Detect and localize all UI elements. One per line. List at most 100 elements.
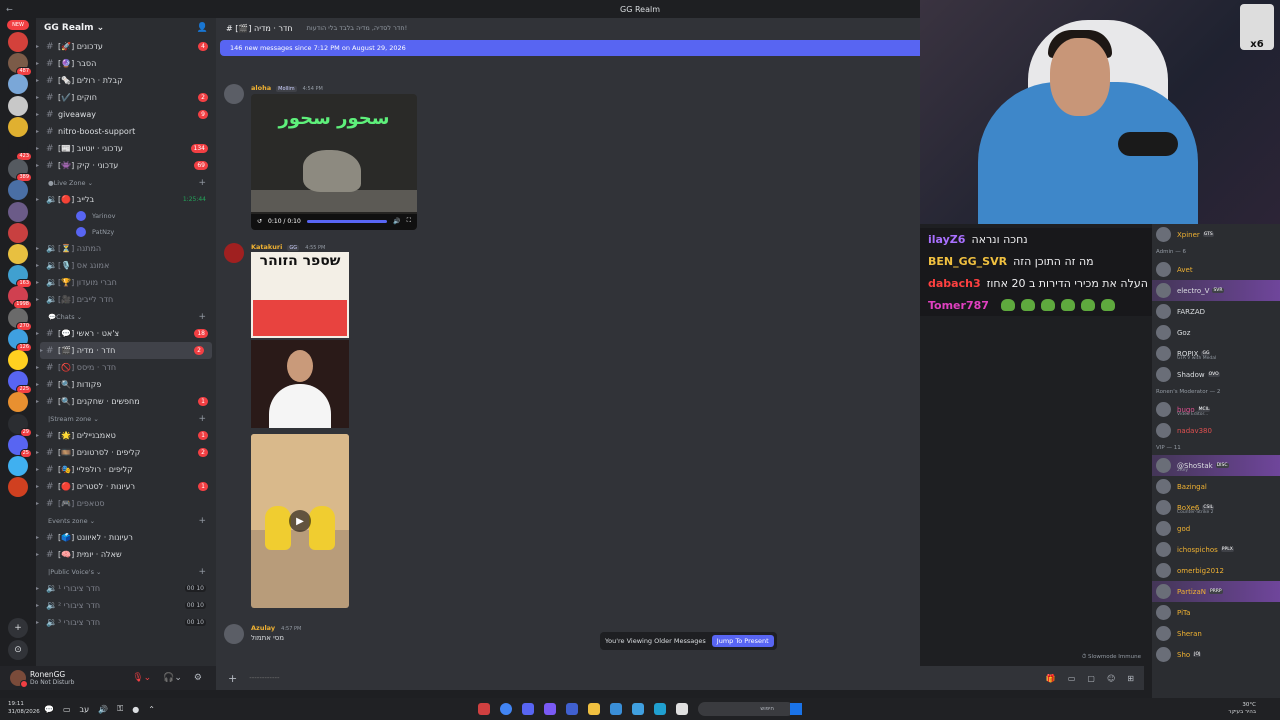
discord-icon[interactable]	[522, 703, 534, 715]
server-icon[interactable]: 29	[8, 413, 32, 437]
app-icon[interactable]	[544, 703, 556, 715]
server-icon[interactable]	[8, 456, 28, 476]
channel-item[interactable]: ▸ # [🎭] קליפים · רולפליי	[36, 461, 216, 478]
steam-icon[interactable]	[610, 703, 622, 715]
replay-icon[interactable]: ↺	[257, 218, 262, 225]
server-header[interactable]: GG Realm ⌄ 👤	[36, 18, 216, 38]
fullscreen-icon[interactable]: ⛶	[407, 217, 411, 225]
wifi-icon[interactable]: ⚿	[117, 704, 123, 714]
new-badge[interactable]: NEW	[7, 20, 29, 30]
server-icon[interactable]	[8, 350, 28, 370]
channel-item[interactable]: ▸ # [🧠] שאלה · יומית	[36, 546, 216, 563]
member-item[interactable]: Sheran	[1152, 623, 1280, 644]
notification-icon[interactable]: 💬	[44, 705, 54, 714]
image-attachment[interactable]: שספר הזוהר	[251, 252, 349, 338]
member-item[interactable]: PartizaN PRRP	[1152, 581, 1280, 602]
channel-item[interactable]: ▸ # [🗳️] רעיונות · לאיוונט	[36, 529, 216, 546]
video-attachment[interactable]: ▶	[251, 434, 349, 608]
message-input[interactable]	[249, 674, 750, 682]
server-icon[interactable]	[8, 222, 28, 243]
weather-widget[interactable]: 30°C בהיר בעיקר	[1228, 702, 1256, 716]
channel-item[interactable]: ▸ 🔉 [🔴] בלייב 1:25:44	[36, 191, 216, 208]
gif-icon[interactable]: ▭	[1068, 674, 1076, 683]
add-server-icon[interactable]: +	[8, 618, 28, 638]
channel-item[interactable]: ▸ # [🔮] הסבר	[36, 55, 216, 72]
channel-item[interactable]: ▸ # giveaway 9	[36, 106, 216, 123]
channel-item[interactable]: ▸ 🔉 [⏳] המתנה	[36, 240, 216, 257]
server-icon[interactable]: 423	[8, 138, 32, 161]
member-item[interactable]: Shadow OVO	[1152, 364, 1280, 385]
display-icon[interactable]: ▭	[63, 705, 71, 714]
channel-item[interactable]: ▸ # [🔍] מחפשים · שחקנים 1	[36, 393, 216, 410]
taskbar-search[interactable]: חיפוש	[698, 702, 794, 716]
app-icon[interactable]	[632, 703, 644, 715]
jump-to-present-button[interactable]: Jump To Present	[711, 635, 774, 647]
back-arrow-icon[interactable]: ←	[6, 5, 13, 14]
add-channel-icon[interactable]: +	[198, 516, 206, 526]
channel-item[interactable]: ▸ 🔉 חדר ציבורי ² 00 10	[36, 597, 216, 614]
headphones-icon[interactable]: 🎧⌄	[163, 673, 182, 683]
member-item[interactable]: omerbig2012	[1152, 560, 1280, 581]
avatar[interactable]	[224, 243, 244, 263]
member-item[interactable]: PiTa	[1152, 602, 1280, 623]
voice-user[interactable]: PatNzy	[36, 224, 216, 240]
member-item[interactable]: bugo MCIL Video Editor...	[1152, 399, 1280, 420]
category-live-zone[interactable]: ● Live Zone ⌄ +	[36, 174, 216, 191]
avatar[interactable]	[10, 670, 28, 688]
server-icon[interactable]	[8, 392, 28, 413]
apps-icon[interactable]: ⊞	[1127, 674, 1134, 683]
server-icon[interactable]	[8, 201, 28, 222]
play-icon[interactable]: ▶	[289, 510, 311, 532]
member-item[interactable]: FARZAD	[1152, 301, 1280, 322]
member-item[interactable]: Sho JOJ	[1152, 644, 1280, 665]
invite-people-icon[interactable]: 👤	[197, 23, 208, 33]
member-item[interactable]: god	[1152, 518, 1280, 539]
category-stream-zone[interactable]: | Stream zone ⌄ +	[36, 410, 216, 427]
channel-item[interactable]: ▸ # [🎬] חדר · מדיה 2	[40, 342, 212, 359]
channel-item[interactable]: ▸ # [🔍] פקודות	[36, 376, 216, 393]
app-icon[interactable]	[478, 703, 490, 715]
server-icon[interactable]: 225	[8, 371, 32, 395]
avatar[interactable]	[224, 84, 244, 104]
volume-icon[interactable]: 🔊	[393, 218, 400, 225]
member-item[interactable]: electro_V SVR	[1152, 280, 1280, 301]
emoji-icon[interactable]: ☺	[1107, 674, 1115, 683]
sticker-icon[interactable]: ▢	[1087, 674, 1095, 683]
add-channel-icon[interactable]: +	[198, 567, 206, 577]
chrome-icon[interactable]	[500, 703, 512, 715]
channel-item[interactable]: ▸ 🔉 חדר ציבורי ¹ 00 10	[36, 580, 216, 597]
server-icon[interactable]: 163	[8, 265, 32, 289]
channel-item[interactable]: ▸ 🔉 [🎥] חדר לייבים	[36, 291, 216, 308]
server-icon[interactable]	[8, 180, 28, 201]
channel-item[interactable]: ▸ # [🚫] חדר · מיסס	[36, 359, 216, 376]
member-item[interactable]: nadav380	[1152, 420, 1280, 441]
volume-icon[interactable]: 🔊	[98, 705, 108, 714]
tray-icon[interactable]: ●	[132, 705, 139, 714]
discover-icon[interactable]: ⊙	[8, 640, 28, 660]
video-attachment[interactable]: سحور سحور ↺ 0:10 / 0:10 🔊 ⛶	[251, 94, 417, 230]
channel-item[interactable]: ▸ # [🚀] עדכונים 4	[36, 38, 216, 55]
windows-start-icon[interactable]	[790, 703, 802, 715]
channel-item[interactable]: ▸ # [🎞️] קליפים · לסרטונים 2	[36, 444, 216, 461]
new-messages-bar[interactable]: 146 new messages since 7:12 PM on August…	[220, 40, 920, 56]
gear-icon[interactable]: ⚙	[194, 673, 202, 683]
message-author[interactable]: Katakuri	[251, 243, 282, 251]
server-icon[interactable]: 25	[8, 434, 32, 458]
message-author[interactable]: Azulay	[251, 624, 275, 632]
member-item[interactable]: Avet	[1152, 259, 1280, 280]
channel-item[interactable]: ▸ # [🔴] רעיונות · לסטרים 1	[36, 478, 216, 495]
add-channel-icon[interactable]: +	[198, 178, 206, 188]
server-icon[interactable]	[8, 477, 28, 498]
member-item[interactable]: ichospichos PPLX	[1152, 539, 1280, 560]
add-attachment-icon[interactable]: +	[228, 672, 237, 685]
channel-item[interactable]: ▸ # [🎮] סטאפים	[36, 495, 216, 512]
category-events-zone[interactable]: Events zone ⌄ +	[36, 512, 216, 529]
server-icon[interactable]	[8, 116, 28, 137]
app-icon[interactable]	[676, 703, 688, 715]
folder-icon[interactable]	[588, 703, 600, 715]
channel-item[interactable]: ▸ # [💬] צ'אט · ראשי 18	[36, 325, 216, 342]
category-public-voice[interactable]: | Public Voice's ⌄ +	[36, 563, 216, 580]
chevron-up-icon[interactable]: ⌃	[148, 705, 155, 714]
server-icon[interactable]: 487	[8, 53, 32, 77]
server-icon[interactable]	[8, 74, 28, 95]
